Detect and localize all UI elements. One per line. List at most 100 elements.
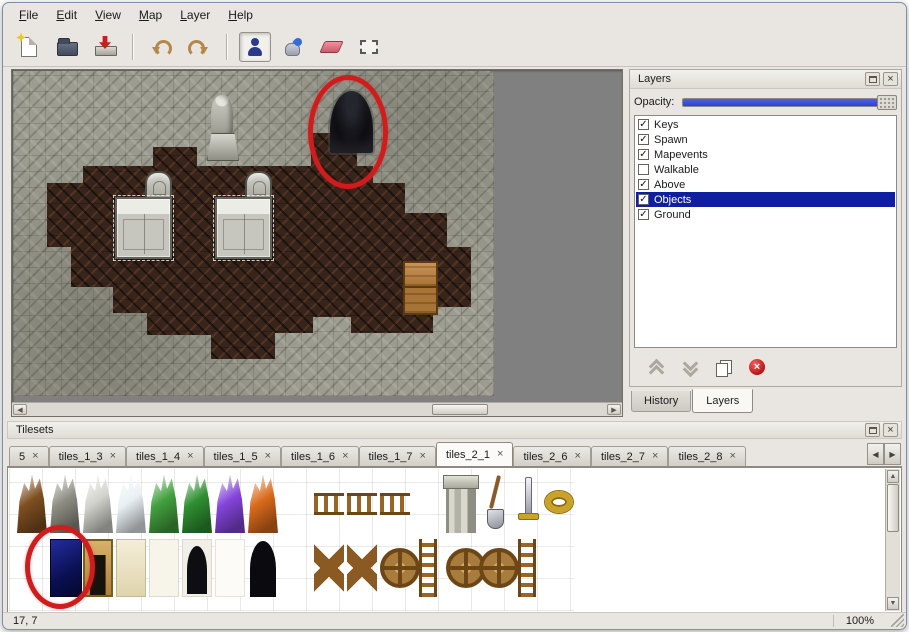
layers-panel-titlebar[interactable]: Layers [630, 70, 901, 89]
tileset-tile-column[interactable] [446, 475, 476, 533]
lower-layer-button[interactable] [678, 357, 700, 377]
new-file-button[interactable] [13, 32, 45, 62]
layer-visibility-checkbox[interactable]: ✓ [638, 149, 649, 160]
tileset-tile-sword[interactable] [512, 475, 542, 533]
duplicate-layer-icon [716, 360, 731, 375]
tileset-tab-tiles_1_3[interactable]: tiles_1_3 [49, 446, 126, 466]
tab-close-icon[interactable] [652, 451, 658, 462]
layer-row-above[interactable]: ✓Above [636, 177, 895, 192]
layer-row-ground[interactable]: ✓ Ground [636, 207, 895, 222]
tab-close-icon[interactable] [729, 451, 735, 462]
open-file-button[interactable] [51, 32, 83, 62]
fill-tool-button[interactable] [277, 32, 309, 62]
panel-tab-layers[interactable]: Layers [692, 389, 753, 413]
float-panel-button[interactable] [865, 423, 880, 437]
tab-close-icon[interactable] [265, 451, 271, 462]
tab-close-icon[interactable] [342, 451, 348, 462]
tilesets-panel-titlebar[interactable]: Tilesets [7, 421, 902, 439]
map-horizontal-scrollbar[interactable]: ◀ ▶ [12, 402, 622, 416]
layer-visibility-checkbox[interactable]: ✓ [638, 134, 649, 145]
layer-row-mapevents[interactable]: ✓Mapevents [636, 147, 895, 162]
tileset-tile-track-v[interactable] [512, 539, 542, 597]
eraser-tool-button[interactable] [315, 32, 347, 62]
tab-close-icon[interactable] [575, 451, 581, 462]
tileset-tab-tiles_2_7[interactable]: tiles_2_7 [591, 446, 668, 466]
layer-name: Ground [654, 209, 691, 221]
tileset-tile-coil[interactable] [545, 491, 573, 513]
opacity-slider[interactable] [682, 98, 897, 107]
tab-close-icon[interactable] [110, 451, 116, 462]
menu-help[interactable]: Help [220, 5, 261, 25]
layer-row-spawn[interactable]: ✓Spawn [636, 132, 895, 147]
layer-visibility-checkbox[interactable]: ✓ [638, 209, 649, 220]
scroll-up-icon[interactable]: ▲ [887, 470, 899, 483]
menu-view[interactable]: View [87, 5, 129, 25]
scroll-down-icon[interactable]: ▼ [887, 597, 899, 610]
tileset-tab-5[interactable]: 5 [9, 446, 49, 466]
stamp-tool-button[interactable] [239, 32, 271, 62]
duplicate-layer-button[interactable] [712, 357, 734, 377]
map-canvas[interactable] [13, 71, 494, 396]
tileset-tab-tiles_1_4[interactable]: tiles_1_4 [126, 446, 203, 466]
tab-close-icon[interactable] [420, 451, 426, 462]
tileset-view: ▲ ▼ [7, 467, 902, 613]
scroll-right-icon[interactable]: ▶ [607, 404, 621, 415]
tileset-tile-track-cross[interactable] [314, 539, 344, 597]
tileset-tile-cream[interactable] [116, 539, 146, 597]
menu-file[interactable]: File [11, 5, 46, 25]
tileset-tile-pale[interactable] [149, 539, 179, 597]
menu-layer[interactable]: Layer [172, 5, 218, 25]
tab-close-icon[interactable] [497, 449, 503, 460]
tileset-tab-tiles_2_1[interactable]: tiles_2_1 [436, 442, 513, 466]
tab-close-icon[interactable] [187, 451, 193, 462]
layer-visibility-checkbox[interactable]: ✓ [638, 179, 649, 190]
map-hscroll-thumb[interactable] [432, 404, 488, 415]
menu-map[interactable]: Map [131, 5, 170, 25]
scroll-left-icon[interactable]: ◀ [13, 404, 27, 415]
layer-row-objects[interactable]: ✓Objects [636, 192, 895, 207]
tileset-canvas[interactable] [9, 469, 885, 611]
save-file-button[interactable] [89, 32, 121, 62]
tab-close-icon[interactable] [32, 451, 38, 462]
layer-visibility-checkbox[interactable] [638, 164, 649, 175]
tileset-vscroll-thumb[interactable] [887, 484, 899, 532]
layer-visibility-checkbox[interactable]: ✓ [638, 194, 649, 205]
tileset-tab-tiles_1_7[interactable]: tiles_1_7 [359, 446, 436, 466]
scroll-tabs-right-icon[interactable]: ▶ [884, 443, 901, 465]
tab-label: tiles_1_4 [136, 451, 180, 463]
raise-layer-button[interactable] [644, 357, 666, 377]
tileset-tab-tiles_1_6[interactable]: tiles_1_6 [281, 446, 358, 466]
scroll-tabs-left-icon[interactable]: ◀ [867, 443, 884, 465]
tileset-tile-arch-light[interactable] [182, 539, 212, 597]
tileset-tile-track-v[interactable] [413, 539, 443, 597]
tileset-tile-white[interactable] [215, 539, 245, 597]
status-bar: 17, 7 100% [3, 612, 906, 629]
layer-visibility-checkbox[interactable]: ✓ [638, 119, 649, 130]
tileset-tile-shovel[interactable] [479, 475, 509, 533]
zoom-level: 100% [833, 615, 874, 627]
layer-row-keys[interactable]: ✓Keys [636, 117, 895, 132]
tileset-tab-tiles_2_6[interactable]: tiles_2_6 [513, 446, 590, 466]
close-panel-button[interactable] [883, 72, 898, 86]
panel-tab-history[interactable]: History [631, 391, 691, 412]
select-tool-button[interactable] [353, 32, 385, 62]
tileset-tile-track-h[interactable] [380, 475, 410, 533]
lower-layer-icon [682, 360, 696, 374]
tileset-tab-tiles_1_5[interactable]: tiles_1_5 [204, 446, 281, 466]
menu-edit[interactable]: Edit [48, 5, 85, 25]
layer-row-walkable[interactable]: Walkable [636, 162, 895, 177]
tileset-vertical-scrollbar[interactable]: ▲ ▼ [885, 469, 900, 611]
undo-button[interactable] [145, 32, 177, 62]
window-resize-grip[interactable] [891, 614, 904, 627]
delete-layer-button[interactable] [746, 357, 768, 377]
tileset-tile-track-h[interactable] [314, 475, 344, 533]
tileset-tile-arch-dark[interactable] [248, 539, 278, 597]
opacity-slider-handle[interactable] [877, 95, 897, 110]
tab-scroll-buttons: ◀ ▶ [867, 443, 901, 465]
float-panel-button[interactable] [865, 72, 880, 86]
redo-button[interactable] [183, 32, 215, 62]
tileset-tab-tiles_2_8[interactable]: tiles_2_8 [668, 446, 745, 466]
tileset-tile-track-h[interactable] [347, 475, 377, 533]
close-panel-button[interactable] [883, 423, 898, 437]
tileset-tile-track-cross[interactable] [347, 539, 377, 597]
